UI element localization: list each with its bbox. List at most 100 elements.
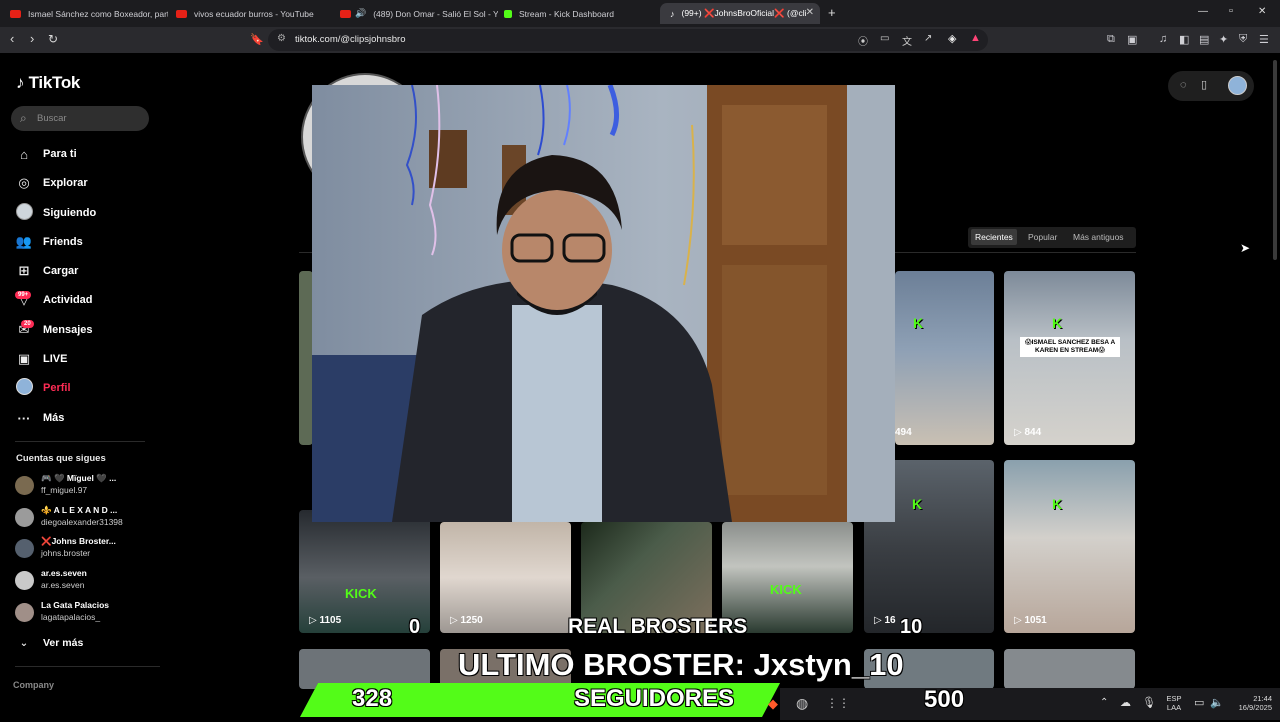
account-handle: johns.broster [41,548,91,558]
thumbnail-caption: 😱ISMAEL SANCHEZ BESA A KAREN EN STREAM😱 [1020,337,1120,357]
speaker-icon: 🔊 [355,8,367,18]
filter-popular[interactable]: Popular [1028,232,1057,242]
filter-mas-antiguos[interactable]: Más antiguos [1073,232,1124,242]
video-thumbnail[interactable]: KICK ▷ 1105 [299,510,430,633]
followers-goal: 500 [924,686,965,713]
user-avatar-icon[interactable] [1228,76,1247,95]
device-icon[interactable]: ▯ [1201,78,1207,91]
minimize-button[interactable]: — [1198,6,1208,17]
forward-icon[interactable]: › [30,31,34,46]
video-thumbnail[interactable]: ▷ 1250 [440,522,571,633]
page-scrollbar[interactable] [1273,60,1277,260]
account-name: ❌Johns Broster... [41,536,116,546]
search-input[interactable]: ⌕ Buscar [11,106,149,131]
tab-label: Stream - Kick Dashboard [519,8,614,19]
messages-badge: 20 [21,320,34,328]
browser-tab[interactable]: Ismael Sánchez como Boxeador, part [0,3,168,24]
bookmark-icon[interactable]: 🔖 [250,33,264,46]
close-window-button[interactable]: ✕ [1258,6,1266,17]
screen-icon[interactable]: ▭ [880,33,889,44]
language-indicator[interactable]: ESP LAA [1162,694,1186,712]
tiktok-logo[interactable]: ♪ TikTok [16,73,80,93]
language-bottom: LAA [1166,703,1182,712]
browser-tab[interactable]: vivos ecuador burros - YouTube [166,3,334,24]
see-more-button[interactable]: ⌄ Ver más [15,633,84,653]
wallet-icon[interactable]: ▤ [1199,33,1209,46]
view-count: ▷ 1105 [309,615,342,626]
nav-perfil[interactable]: Perfil [15,378,71,398]
brave-shield-icon[interactable]: ◈ [948,32,956,45]
browser-tab[interactable]: 🔊 (489) Don Omar - Salió El Sol - Yo [330,3,498,24]
following-heading: Cuentas que sigues [16,453,106,464]
company-link[interactable]: Company [13,680,54,690]
avatar [15,571,34,590]
sidebar-toggle-icon[interactable]: ◧ [1179,33,1189,46]
extensions-icon[interactable]: ⧉ [1107,33,1115,46]
nav-friends[interactable]: 👥 Friends [15,232,83,252]
video-thumbnail[interactable] [1004,649,1135,689]
brave-rewards-icon[interactable]: ▲ [970,32,981,44]
browser-tab-active[interactable]: ♪ (99+) ❌JohnsBroOficial❌ (@cli ✕ [660,3,820,24]
account-name: 🎮 🖤 Mïguel 🖤 ... [41,473,117,483]
onedrive-icon[interactable]: ☁ [1120,696,1131,709]
network-icon[interactable]: ▭ [1194,696,1204,709]
browser-tab[interactable]: Stream - Kick Dashboard [494,3,662,24]
back-icon[interactable]: ‹ [10,31,14,46]
nav-cargar[interactable]: ⊞ Cargar [15,261,79,281]
kick-logo-icon: K [1052,315,1063,331]
nav-mas[interactable]: ··· Más [15,408,65,428]
following-avatar-icon [15,203,33,223]
video-thumbnail[interactable] [299,271,313,445]
account-handle: ff_miguel.97 [41,485,88,495]
kick-logo-icon: K [1052,496,1063,512]
maximize-button[interactable]: ▫ [1229,5,1233,17]
video-thumbnail[interactable]: K 494 [895,271,994,445]
tab-label: Ismael Sánchez como Boxeador, part [28,8,168,19]
video-thumbnail[interactable]: K ▷ 1051 [1004,460,1135,633]
music-icon[interactable]: ♫ [1159,33,1167,45]
view-count: ▷ 1250 [450,615,483,626]
vpn-icon[interactable]: ⛨ [1239,33,1247,46]
address-bar[interactable]: ⚙ tiktok.com/@clipsjohnsbro ⦿ ▭ 文 ↗ ◈ ▲ [268,29,988,51]
see-more-label: Ver más [43,637,84,649]
reload-icon[interactable]: ↻ [48,32,58,46]
close-tab-icon[interactable]: ✕ [806,7,814,18]
friends-icon: 👥 [15,234,33,249]
share-icon[interactable]: ↗ [924,33,932,44]
account-name: ⚜️ A L E X A N D ... [41,505,118,515]
clock[interactable]: 21:44 16/9/2025 [1222,694,1272,712]
divider [15,666,160,667]
brave-taskbar-icon[interactable]: ◆ [768,696,778,712]
nav-live[interactable]: ▣ LIVE [15,349,68,369]
tab-label: (99+) ❌JohnsBroOficial❌ (@cli [681,8,807,18]
apps-taskbar-icon[interactable]: ⋮⋮ [826,696,850,710]
account-handle: diegoalexander31398 [41,517,123,527]
nav-para-ti[interactable]: ⌂ Para ti [15,144,77,164]
tab-label: vivos ecuador burros - YouTube [194,8,314,19]
youtube-icon [340,9,351,18]
tray-chevron-up-icon[interactable]: ⌃ [1100,697,1108,708]
obs-taskbar-icon[interactable]: ◍ [796,695,808,712]
divider [15,441,145,442]
webcam-scene [312,85,895,522]
account-handle: lagatapalacios_ [41,612,101,622]
view-count: ▷ 1051 [1014,615,1047,626]
translate-icon[interactable]: 文 [902,33,912,48]
coin-icon[interactable]: ◌ [1180,79,1187,91]
url-text[interactable]: tiktok.com/@clipsjohnsbro [295,34,406,45]
cast-icon[interactable]: ⦿ [858,33,868,48]
site-settings-icon[interactable]: ⚙ [277,33,286,44]
new-tab-button[interactable]: + [828,5,836,20]
microphone-icon[interactable]: 🎙 [1142,696,1156,709]
followers-label: SEGUIDORES [574,685,735,712]
account-name: ar.es.seven [41,568,87,578]
filter-recientes[interactable]: Recientes [971,229,1017,245]
avatar [15,603,34,622]
video-thumbnail[interactable]: K 😱ISMAEL SANCHEZ BESA A KAREN EN STREAM… [1004,271,1135,445]
nav-explorar[interactable]: ◎ Explorar [15,173,87,193]
reader-icon[interactable]: ▣ [1127,33,1137,46]
leo-ai-icon[interactable]: ✦ [1219,33,1228,46]
browser-toolbar: ‹ › ↻ 🔖 ⚙ tiktok.com/@clipsjohnsbro ⦿ ▭ … [0,27,1280,53]
nav-siguiendo[interactable]: Siguiendo [15,203,96,223]
menu-icon[interactable]: ☰ [1259,33,1269,46]
